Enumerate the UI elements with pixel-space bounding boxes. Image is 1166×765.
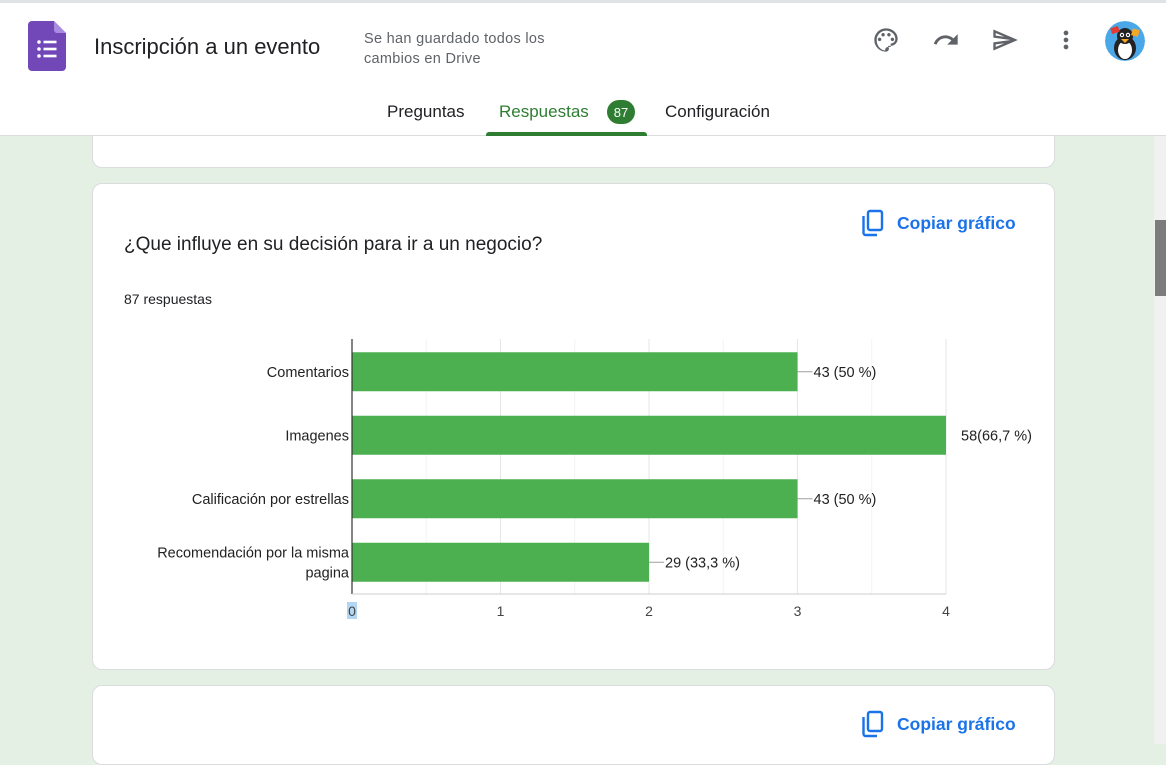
palette-icon[interactable] — [871, 25, 901, 55]
copy-chart-button-next[interactable]: Copiar gráfico — [861, 710, 1016, 738]
data-label: 29 (33,3 %) — [665, 555, 740, 571]
bar-3 — [352, 479, 798, 519]
x-tick-label: 2 — [645, 603, 653, 619]
copy-icon — [862, 710, 884, 738]
x-tick-label: 1 — [497, 603, 505, 619]
category-label: Comentarios — [267, 365, 349, 381]
data-label: 58(66,7 %) — [961, 428, 1032, 444]
more-vert-icon[interactable] — [1051, 25, 1081, 55]
google-forms-logo-icon[interactable] — [28, 21, 66, 71]
responses-count-badge: 87 — [607, 100, 635, 124]
next-question-card: Copiar gráfico — [92, 685, 1055, 765]
category-label: Calificación por estrellas — [192, 492, 349, 508]
document-title[interactable]: Inscripción a un evento — [94, 34, 320, 60]
bar-1 — [352, 352, 798, 392]
category-label: Recomendación por la misma pagina — [157, 545, 350, 581]
scrollbar-thumb[interactable] — [1155, 220, 1166, 296]
tab-preguntas[interactable]: Preguntas — [387, 102, 465, 122]
tab-respuestas[interactable]: Respuestas — [499, 102, 589, 122]
copy-chart-label: Copiar gráfico — [897, 713, 1016, 734]
tab-configuracion[interactable]: Configuración — [665, 102, 770, 122]
data-label: 43 (50 %) — [814, 365, 877, 381]
bar-2 — [352, 415, 946, 455]
x-tick-label: 3 — [794, 603, 802, 619]
app-header: Inscripción a un evento Se han guardado … — [0, 3, 1166, 136]
responses-bar-chart: Comentarios 43 (50 %) Imagenes 58(66,7 %) Ca… — [157, 339, 1032, 619]
undo-icon[interactable] — [931, 25, 961, 55]
category-label: Imagenes — [285, 428, 349, 444]
send-icon[interactable] — [990, 25, 1020, 55]
active-tab-indicator — [486, 132, 647, 136]
bar-4 — [352, 542, 649, 582]
question-summary-card: Copiar gráfico ¿Que influye en su decisi… — [92, 183, 1055, 670]
x-tick-label: 4 — [942, 603, 950, 619]
data-label: 43 (50 %) — [814, 492, 877, 508]
save-status-text: Se han guardado todos los cambios en Dri… — [364, 31, 545, 67]
x-tick-label: 0 — [348, 603, 356, 619]
user-avatar[interactable] — [1105, 21, 1145, 61]
